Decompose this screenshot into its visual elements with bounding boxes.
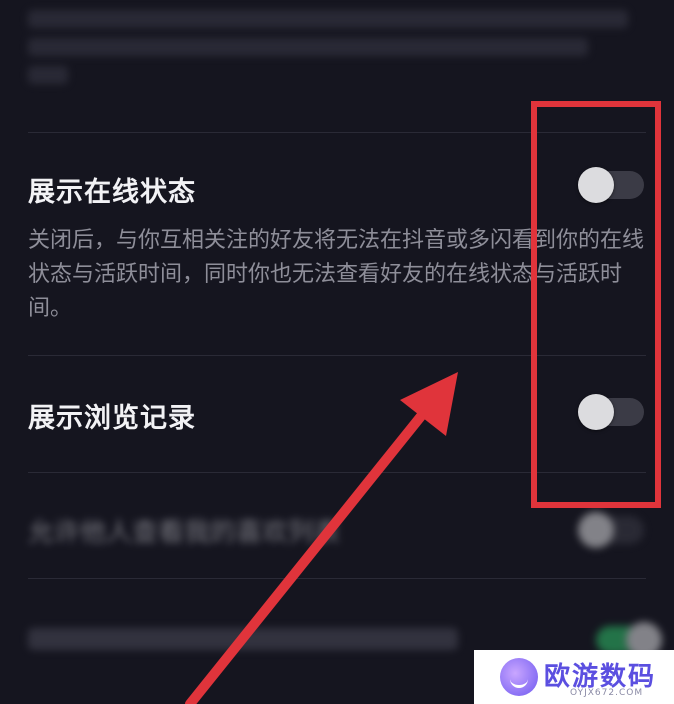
- watermark-subtitle: OYJX672.COM: [570, 688, 644, 698]
- annotation-arrow: [185, 372, 458, 704]
- watermark: 欧游数码 OYJX672.COM: [474, 650, 674, 704]
- smiley-logo-icon: [500, 658, 538, 696]
